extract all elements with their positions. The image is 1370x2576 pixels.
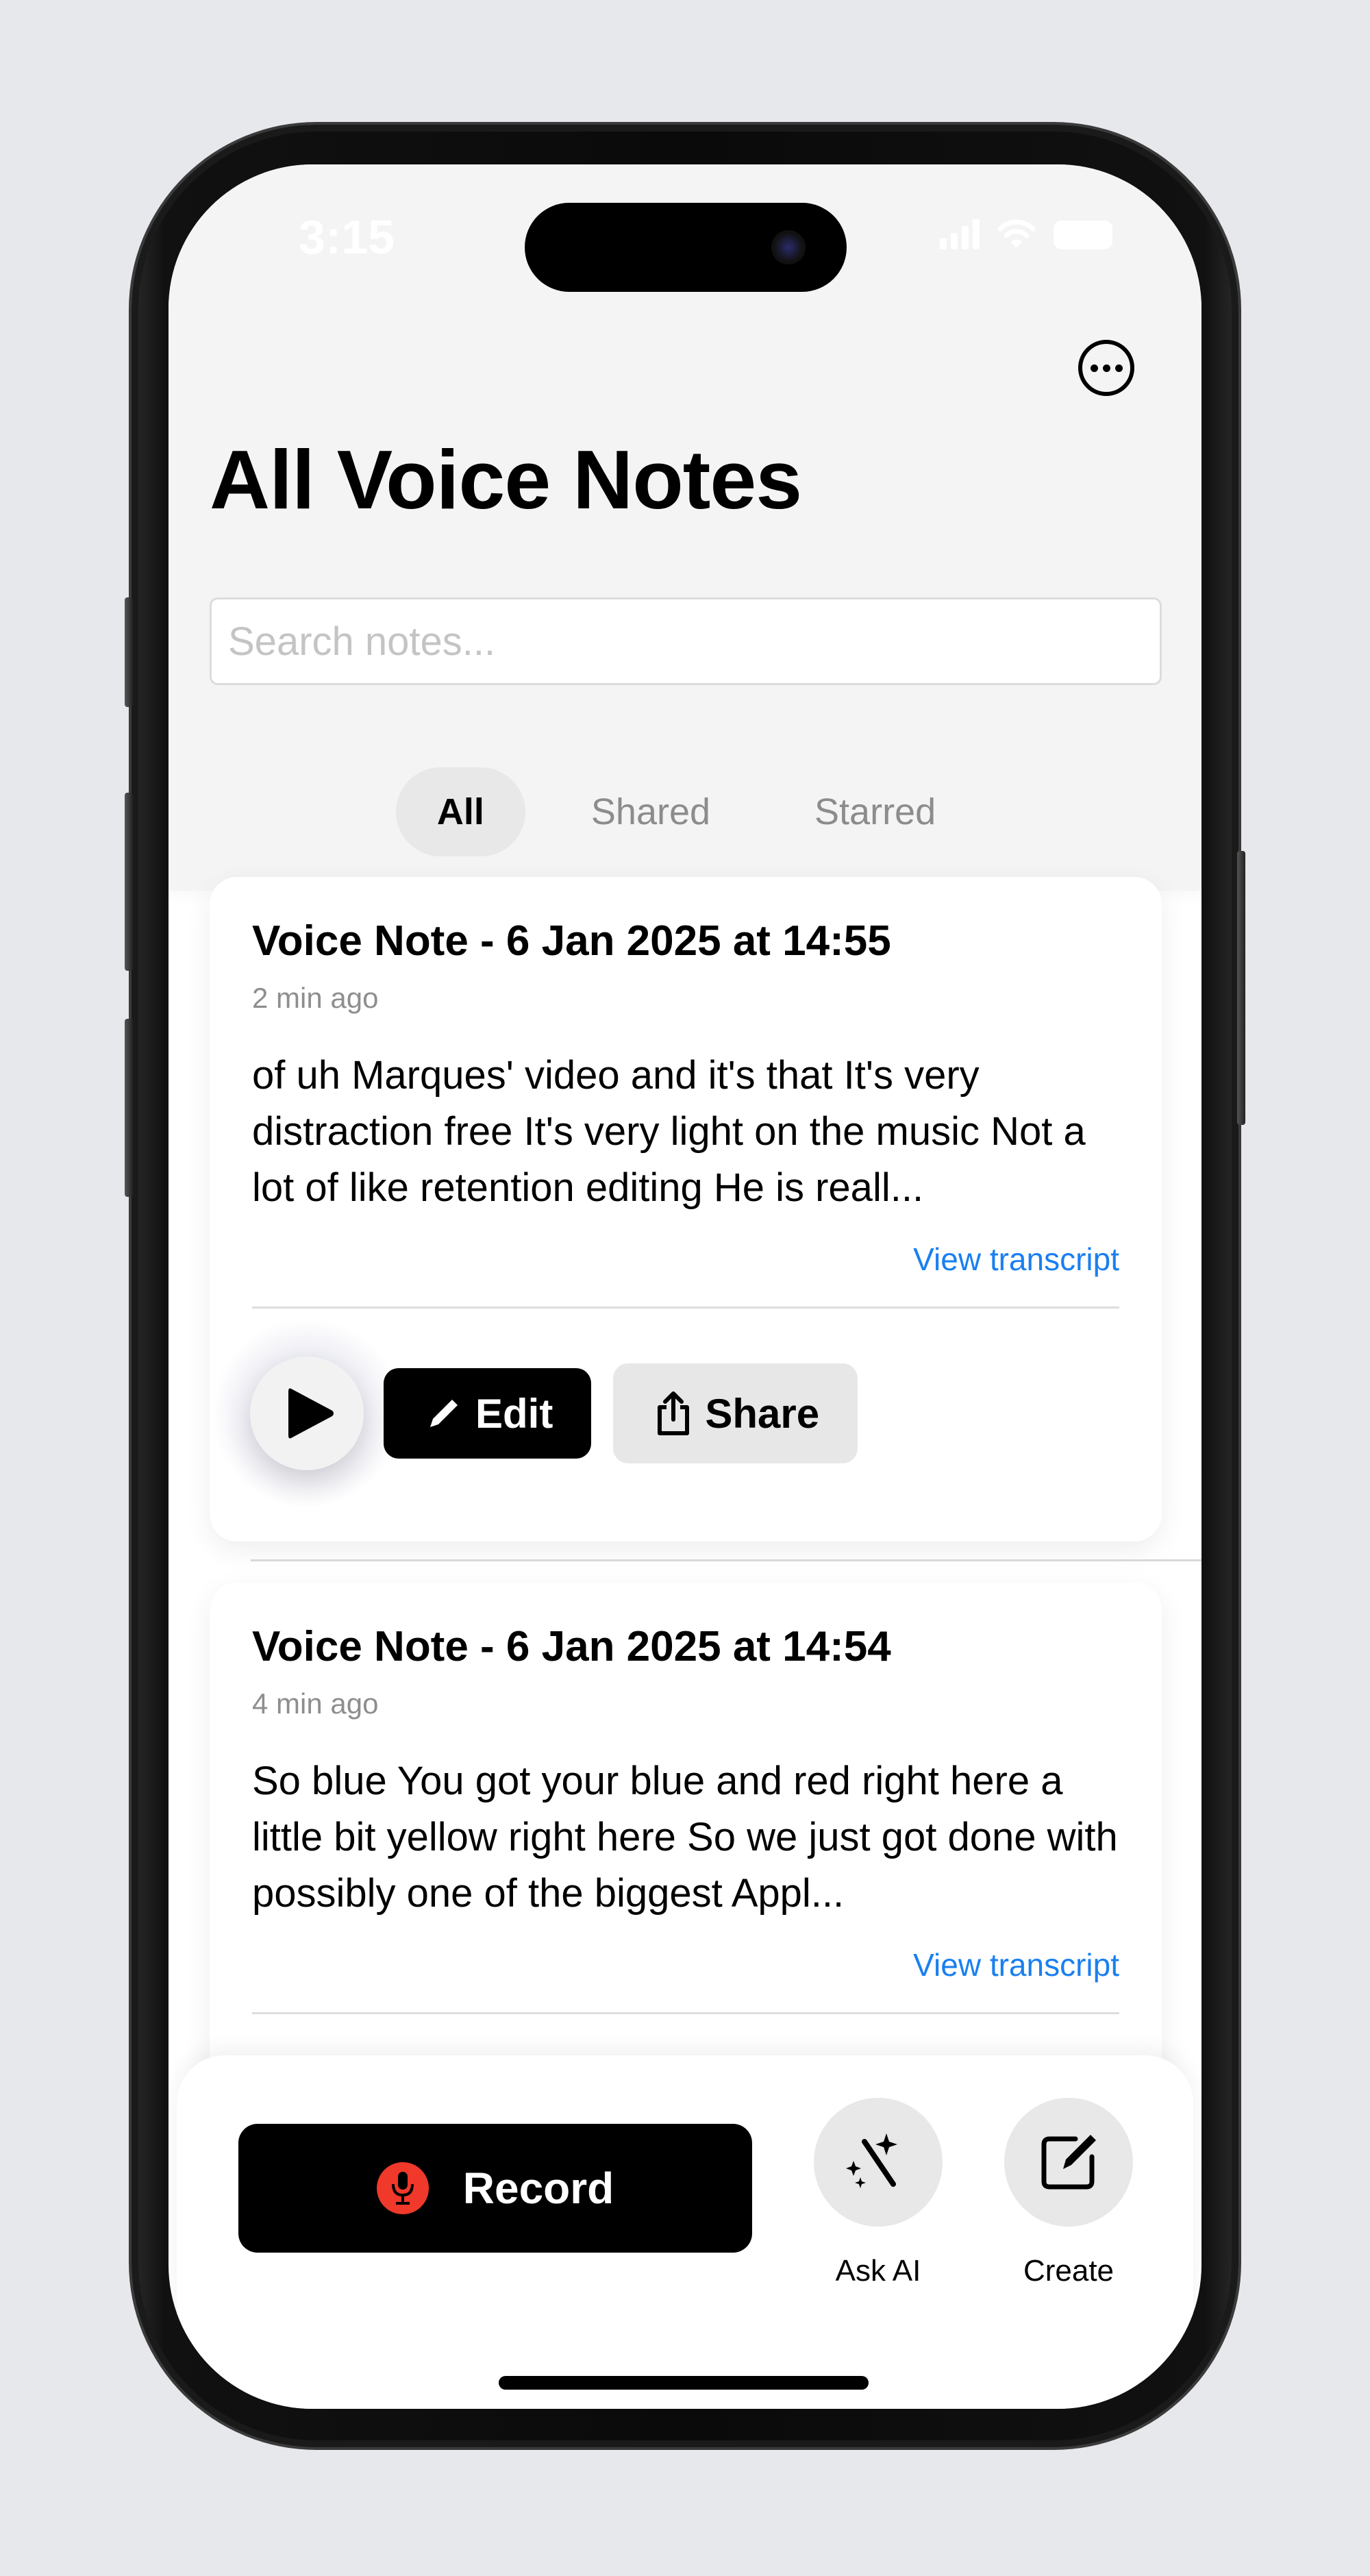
share-label: Share [705,1390,820,1437]
note-title: Voice Note - 6 Jan 2025 at 14:55 [252,917,891,965]
share-button[interactable]: Share [613,1363,858,1463]
note-time-ago: 4 min ago [252,1687,379,1720]
play-icon [288,1388,334,1439]
camera-icon [771,230,806,264]
create-button[interactable]: Create [1004,2098,1133,2288]
ask-ai-label: Ask AI [835,2254,921,2288]
play-button-wrap [211,1317,403,1509]
note-excerpt: So blue You got your blue and red right … [252,1759,1118,1916]
ask-ai-button[interactable]: Ask AI [814,2098,943,2288]
action-button [125,597,133,707]
search-input[interactable] [210,597,1162,685]
magic-wand-icon [846,2133,897,2188]
volume-down-button [125,1019,133,1197]
power-button [1237,851,1245,1125]
status-icons [940,219,1112,249]
dot-icon [1102,364,1110,372]
card-divider [252,1306,1119,1309]
view-transcript-link[interactable]: View transcript [252,1946,1119,1983]
tab-shared[interactable]: Shared [553,767,749,856]
dynamic-island [525,203,847,292]
page-title: All Voice Notes [210,433,802,526]
tab-starred[interactable]: Starred [776,767,974,856]
note-card[interactable]: Voice Note - 6 Jan 2025 at 14:54 4 min a… [210,1583,1162,2131]
share-icon [658,1391,690,1435]
view-transcript-link[interactable]: View transcript [252,1241,1119,1278]
microphone-icon [376,2162,429,2214]
signal-icon [940,219,980,249]
play-button[interactable] [250,1357,364,1470]
wifi-icon [997,219,1036,248]
dot-icon [1114,364,1123,372]
compose-icon [1041,2135,1096,2190]
list-divider [251,1559,1201,1561]
note-actions: Edit Share [211,1317,1119,1509]
tab-all[interactable]: All [395,767,525,856]
more-options-button[interactable] [1078,340,1134,396]
app-screen: 3:15 All Voice Notes All Shared Starred … [169,164,1201,2409]
dot-icon [1090,364,1098,372]
note-time-ago: 2 min ago [252,982,379,1014]
volume-up-button [125,793,133,971]
filter-tabs: All Shared Starred [169,767,1201,856]
ask-ai-circle [814,2098,943,2227]
record-button[interactable]: Record [238,2124,752,2253]
pencil-icon [430,1400,458,1427]
edit-button[interactable]: Edit [384,1368,592,1459]
create-label: Create [1023,2254,1114,2288]
note-card[interactable]: Voice Note - 6 Jan 2025 at 14:55 2 min a… [210,877,1162,1541]
status-time: 3:15 [299,210,395,264]
edit-label: Edit [475,1390,553,1437]
battery-icon [1054,221,1112,249]
bottom-action-bar: Record Ask AI Create [177,2055,1193,2409]
record-label: Record [462,2164,614,2213]
note-excerpt: of uh Marques' video and it's that It's … [252,1053,1086,1210]
note-title: Voice Note - 6 Jan 2025 at 14:54 [252,1623,891,1670]
create-circle [1004,2098,1133,2227]
home-indicator[interactable] [499,2376,869,2390]
card-divider [252,2012,1119,2014]
